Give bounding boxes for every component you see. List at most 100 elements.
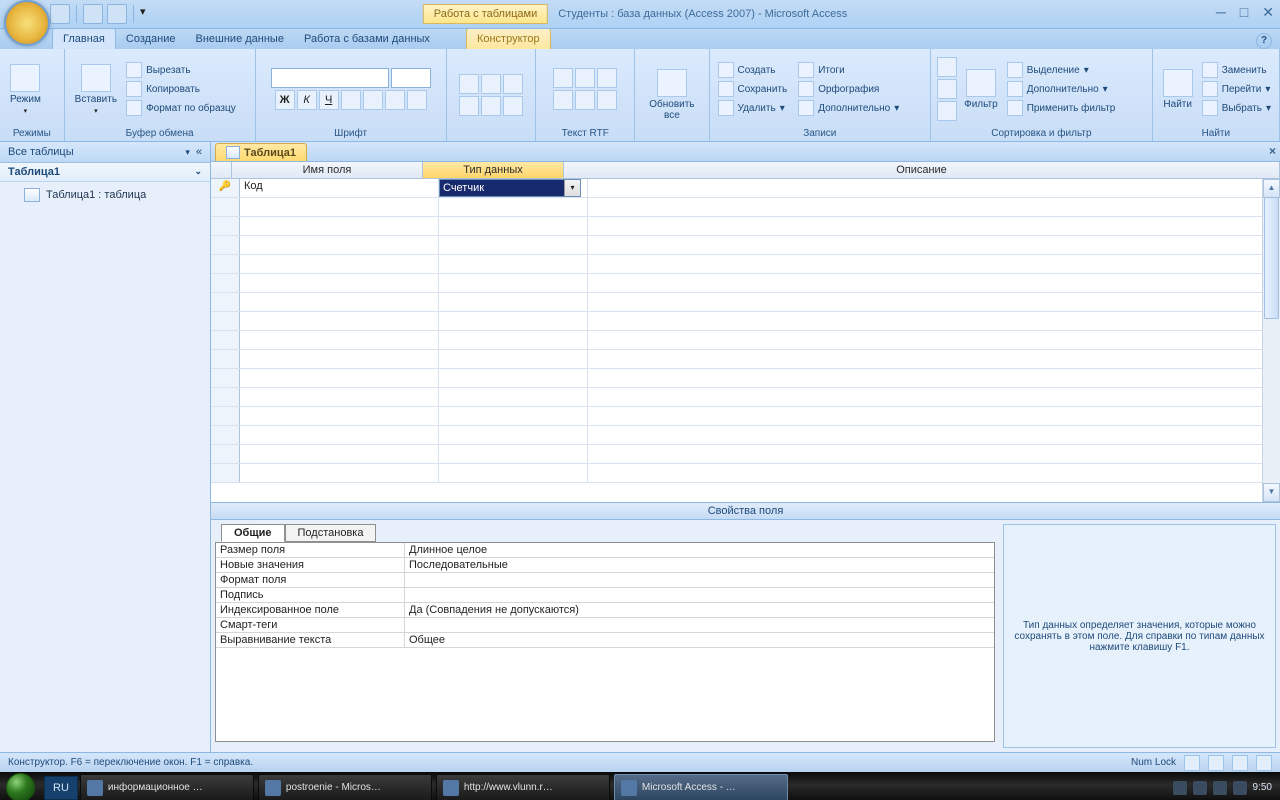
description-cell[interactable] <box>588 217 1280 235</box>
fill-color-button[interactable] <box>363 90 383 110</box>
row-selector[interactable] <box>211 331 240 349</box>
alt-row-color-button[interactable] <box>407 90 427 110</box>
cut-button[interactable]: Вырезать <box>124 61 238 79</box>
field-name-cell[interactable] <box>240 331 439 349</box>
help-icon[interactable]: ? <box>1256 33 1272 49</box>
field-name-cell[interactable] <box>240 407 439 425</box>
doc-tab-table1[interactable]: Таблица1 <box>215 143 307 161</box>
sort-asc-button[interactable] <box>937 57 957 77</box>
gridlines-button[interactable] <box>385 90 405 110</box>
col-description[interactable]: Описание <box>564 162 1280 178</box>
toggle-filter-button[interactable]: Применить фильтр <box>1005 99 1118 117</box>
refresh-all-button[interactable]: Обновить все <box>641 51 702 138</box>
tab-general[interactable]: Общие <box>221 524 285 542</box>
tab-home[interactable]: Главная <box>52 28 116 49</box>
description-cell[interactable] <box>588 388 1280 406</box>
description-cell[interactable] <box>588 255 1280 273</box>
nav-collapse-icon[interactable]: « <box>196 146 202 158</box>
row-selector[interactable] <box>211 255 240 273</box>
highlight-button[interactable] <box>597 90 617 110</box>
taskbar-btn-1[interactable]: информационное … <box>80 774 254 800</box>
row-selector[interactable] <box>211 312 240 330</box>
col-data-type[interactable]: Тип данных <box>423 162 564 178</box>
tray-icon[interactable] <box>1173 781 1187 795</box>
bold-button[interactable]: Ж <box>275 90 295 110</box>
align-right-button[interactable] <box>503 74 523 94</box>
field-name-cell[interactable] <box>240 445 439 463</box>
more-records-button[interactable]: Дополнительно ▾ <box>796 99 901 117</box>
data-type-cell[interactable] <box>439 274 588 292</box>
paste-button[interactable]: Вставить▾ <box>71 51 121 127</box>
row-selector[interactable] <box>211 407 240 425</box>
description-cell[interactable] <box>588 198 1280 216</box>
format-painter-button[interactable]: Формат по образцу <box>124 99 238 117</box>
field-name-cell[interactable] <box>240 293 439 311</box>
view-pivottable-icon[interactable] <box>1208 755 1224 771</box>
vertical-scrollbar[interactable]: ▲ ▼ <box>1262 179 1280 502</box>
row-selector[interactable] <box>211 350 240 368</box>
property-value[interactable]: Да (Совпадения не допускаются) <box>405 603 994 617</box>
row-selector[interactable] <box>211 369 240 387</box>
font-color-button[interactable] <box>341 90 361 110</box>
clock[interactable]: 9:50 <box>1253 782 1272 793</box>
tray-icon[interactable] <box>1213 781 1227 795</box>
qat-undo-icon[interactable] <box>83 4 103 24</box>
advanced-filter-button[interactable]: Дополнительно ▾ <box>1005 80 1118 98</box>
data-type-cell[interactable] <box>439 464 588 482</box>
field-name-cell[interactable] <box>240 388 439 406</box>
property-value[interactable]: Последовательные <box>405 558 994 572</box>
volume-icon[interactable] <box>1233 781 1247 795</box>
scroll-down-icon[interactable]: ▼ <box>1263 483 1280 502</box>
numbering-button[interactable] <box>575 90 595 110</box>
font-name-combo[interactable] <box>271 68 389 88</box>
property-value[interactable] <box>405 618 994 632</box>
tab-create[interactable]: Создание <box>116 29 186 49</box>
taskbar-btn-2[interactable]: postroenie - Micros… <box>258 774 432 800</box>
row-selector[interactable] <box>211 293 240 311</box>
qat-customize-icon[interactable]: ▾ <box>140 5 150 23</box>
font-size-combo[interactable] <box>391 68 431 88</box>
data-type-cell[interactable] <box>439 426 588 444</box>
field-name-cell[interactable] <box>240 426 439 444</box>
data-type-combo[interactable]: Счетчик ▾ <box>439 179 581 197</box>
description-cell[interactable] <box>588 369 1280 387</box>
row-selector[interactable] <box>211 445 240 463</box>
data-type-cell[interactable] <box>439 198 588 216</box>
row-selector[interactable] <box>211 236 240 254</box>
selection-filter-button[interactable]: Выделение ▾ <box>1005 61 1118 79</box>
data-type-cell[interactable] <box>439 369 588 387</box>
bullets-button[interactable] <box>553 90 573 110</box>
description-cell[interactable] <box>588 445 1280 463</box>
field-name-cell[interactable] <box>240 236 439 254</box>
underline-button[interactable]: Ч <box>319 90 339 110</box>
decrease-indent-button[interactable] <box>553 68 573 88</box>
maximize-icon[interactable]: □ <box>1240 4 1248 21</box>
ltr-button[interactable] <box>459 96 479 116</box>
field-name-cell[interactable] <box>240 217 439 235</box>
data-type-cell[interactable] <box>439 255 588 273</box>
combo-dropdown-icon[interactable]: ▾ <box>564 180 580 197</box>
data-type-cell[interactable] <box>439 350 588 368</box>
tab-design[interactable]: Конструктор <box>466 28 551 49</box>
doc-close-icon[interactable]: × <box>1269 144 1276 158</box>
description-cell[interactable] <box>588 236 1280 254</box>
property-value[interactable]: Длинное целое <box>405 543 994 557</box>
select-button[interactable]: Выбрать ▾ <box>1200 99 1273 117</box>
nav-item-table1[interactable]: Таблица1 : таблица <box>0 182 210 208</box>
memo-rtl-button[interactable] <box>597 68 617 88</box>
field-name-cell[interactable] <box>240 312 439 330</box>
view-button[interactable]: Режим▾ <box>6 51 45 127</box>
sort-desc-button[interactable] <box>937 79 957 99</box>
data-type-cell[interactable] <box>439 236 588 254</box>
language-indicator[interactable]: RU <box>44 776 78 800</box>
align-left-button[interactable] <box>459 74 479 94</box>
row-selector-header[interactable] <box>211 162 232 178</box>
minimize-icon[interactable]: ─ <box>1216 4 1226 21</box>
data-type-cell[interactable] <box>439 388 588 406</box>
rtl-button[interactable] <box>481 96 501 116</box>
qat-save-icon[interactable] <box>50 4 70 24</box>
field-name-cell[interactable] <box>240 198 439 216</box>
increase-indent-button[interactable] <box>575 68 595 88</box>
data-type-cell[interactable] <box>439 407 588 425</box>
data-type-cell[interactable] <box>439 217 588 235</box>
